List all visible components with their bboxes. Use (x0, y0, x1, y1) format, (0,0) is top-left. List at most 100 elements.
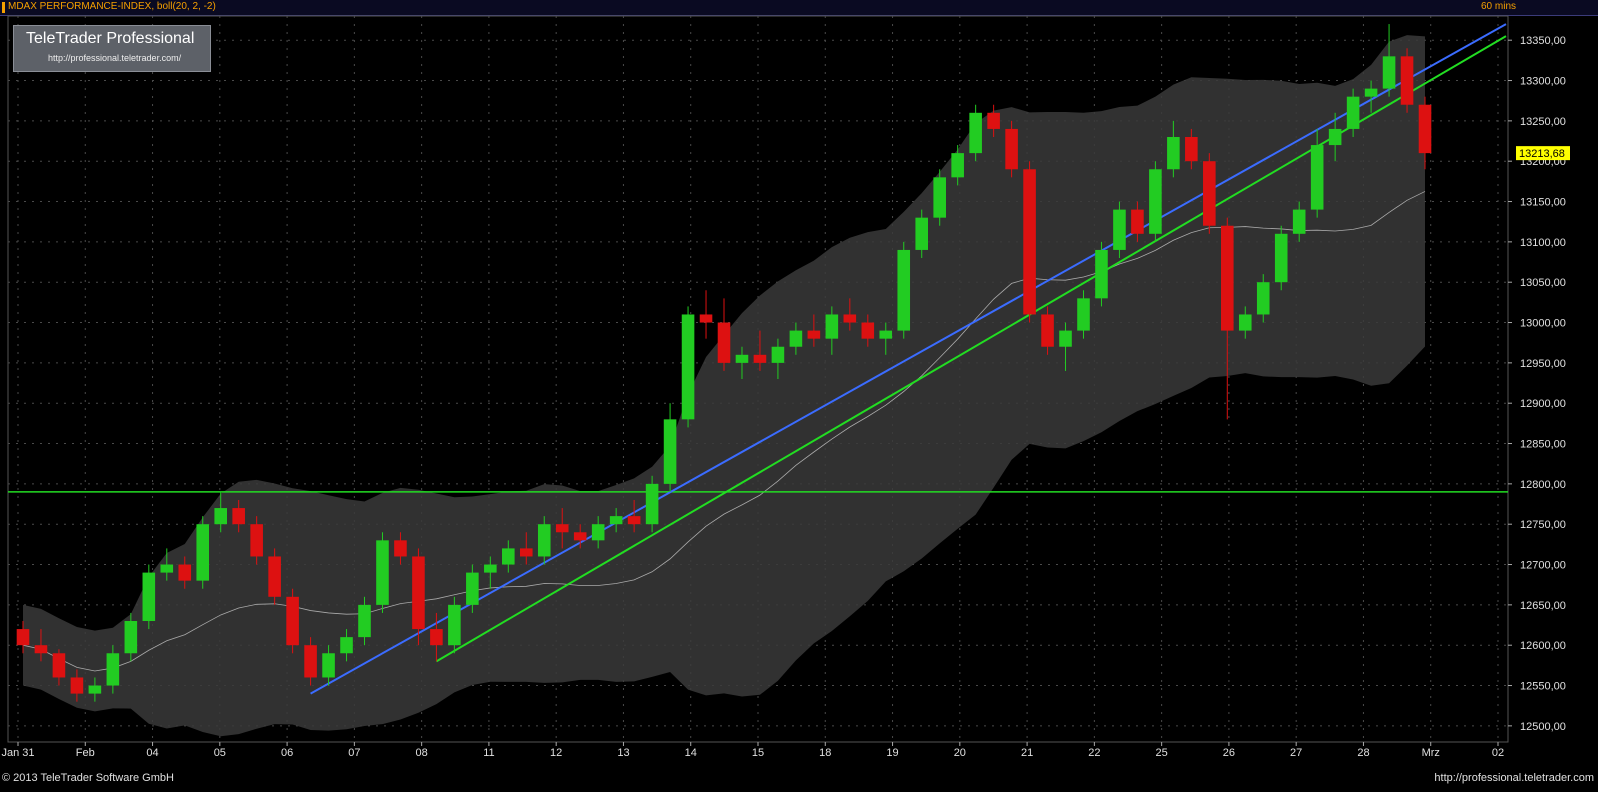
candle-body[interactable] (1400, 56, 1414, 105)
candle-body[interactable] (1292, 209, 1306, 234)
candle-body[interactable] (1023, 169, 1036, 315)
y-tick-label: 13050,00 (1520, 277, 1566, 289)
candle-body[interactable] (627, 516, 641, 525)
candle-body[interactable] (1203, 161, 1216, 226)
candle-body[interactable] (142, 572, 156, 621)
candle-body[interactable] (1382, 56, 1396, 89)
candle-body[interactable] (340, 637, 353, 654)
candle-body[interactable] (124, 621, 138, 654)
candle-body[interactable] (969, 112, 982, 154)
candle-body[interactable] (268, 556, 281, 597)
candle-body[interactable] (466, 572, 479, 605)
candle-body[interactable] (178, 564, 192, 581)
candle-body[interactable] (735, 354, 749, 363)
candle-body[interactable] (16, 629, 30, 646)
x-tick-label: 18 (819, 747, 831, 759)
candle-body[interactable] (1256, 282, 1270, 315)
candle-body[interactable] (861, 322, 875, 339)
candle-body[interactable] (807, 330, 821, 339)
candlestick-chart[interactable]: 12500,00 12550,00 12600,00 12650,00 12700,00… (0, 0, 1598, 792)
candle-body[interactable] (394, 540, 407, 557)
candle-body[interactable] (843, 314, 857, 323)
candle-body[interactable] (88, 685, 102, 694)
candle-body[interactable] (322, 653, 335, 678)
candle-body[interactable] (1274, 233, 1288, 283)
candle-body[interactable] (915, 217, 929, 250)
candle-body[interactable] (555, 524, 569, 533)
candle-body[interactable] (1167, 137, 1180, 170)
candle-body[interactable] (106, 653, 120, 686)
candle-body[interactable] (789, 330, 803, 347)
y-tick-label: 12650,00 (1520, 600, 1566, 612)
candle-body[interactable] (70, 677, 84, 694)
footer-bar (0, 762, 1598, 792)
candle-body[interactable] (1095, 249, 1108, 299)
candle-body[interactable] (376, 540, 389, 605)
candle-body[interactable] (412, 556, 425, 630)
candle-body[interactable] (304, 645, 317, 678)
candle-body[interactable] (286, 596, 299, 646)
candle-body[interactable] (502, 548, 515, 565)
candle-body[interactable] (1328, 128, 1342, 146)
candle-body[interactable] (1346, 96, 1360, 129)
candle-body[interactable] (232, 508, 245, 525)
candle-body[interactable] (1149, 169, 1162, 234)
candle-body[interactable] (681, 314, 695, 420)
candle-body[interactable] (951, 153, 964, 178)
y-tick-label: 12500,00 (1520, 721, 1566, 733)
candle-body[interactable] (52, 653, 66, 678)
candle-body[interactable] (1131, 209, 1144, 234)
x-tick-label: 13 (617, 747, 629, 759)
candle-body[interactable] (484, 564, 497, 573)
candle-body[interactable] (879, 330, 893, 339)
candle-body[interactable] (448, 604, 461, 646)
candle-body[interactable] (573, 532, 587, 541)
website-link[interactable]: http://professional.teletrader.com (1434, 772, 1594, 784)
candle-body[interactable] (1005, 128, 1018, 170)
candle-body[interactable] (1185, 137, 1198, 162)
candle-body[interactable] (645, 483, 659, 525)
candle-body[interactable] (34, 645, 48, 654)
candle-body[interactable] (663, 419, 677, 484)
candle-body[interactable] (537, 524, 551, 557)
y-tick-label: 13100,00 (1520, 237, 1566, 249)
candle-body[interactable] (430, 629, 443, 646)
y-tick-label: 12900,00 (1520, 398, 1566, 410)
x-tick-label: Feb (76, 747, 95, 759)
candle-body[interactable] (358, 604, 371, 638)
candle-body[interactable] (519, 548, 533, 557)
x-tick-label: 08 (416, 747, 428, 759)
candle-body[interactable] (933, 177, 946, 218)
candle-body[interactable] (1418, 104, 1432, 154)
candle-body[interactable] (1364, 88, 1378, 97)
candle-body[interactable] (987, 112, 1000, 129)
x-tick-label: 28 (1357, 747, 1369, 759)
candle-body[interactable] (825, 314, 839, 339)
logo-brand: TeleTrader Professional (26, 30, 195, 47)
candle-body[interactable] (196, 524, 210, 581)
y-tick-label: 12600,00 (1520, 640, 1566, 652)
y-tick-label: 13150,00 (1520, 197, 1566, 209)
candle-body[interactable] (771, 346, 785, 363)
candle-body[interactable] (1113, 209, 1126, 250)
candle-body[interactable] (160, 564, 174, 573)
x-tick-label: Mrz (1422, 747, 1440, 759)
candle-body[interactable] (609, 516, 623, 525)
candle-body[interactable] (699, 314, 713, 323)
candle-body[interactable] (591, 524, 605, 541)
candle-body[interactable] (250, 524, 263, 557)
candle-body[interactable] (1221, 225, 1234, 331)
x-tick-label: 25 (1156, 747, 1168, 759)
candle-body[interactable] (1310, 145, 1324, 210)
candle-body[interactable] (214, 508, 227, 525)
candle-body[interactable] (717, 322, 731, 363)
candle-body[interactable] (1238, 314, 1252, 331)
candle-body[interactable] (1077, 298, 1090, 331)
x-tick-label: 26 (1223, 747, 1235, 759)
y-tick-label: 13300,00 (1520, 76, 1566, 88)
y-tick-label: 12800,00 (1520, 479, 1566, 491)
candle-body[interactable] (1041, 314, 1054, 347)
candle-body[interactable] (753, 354, 767, 363)
candle-body[interactable] (897, 249, 911, 331)
candle-body[interactable] (1059, 330, 1072, 347)
